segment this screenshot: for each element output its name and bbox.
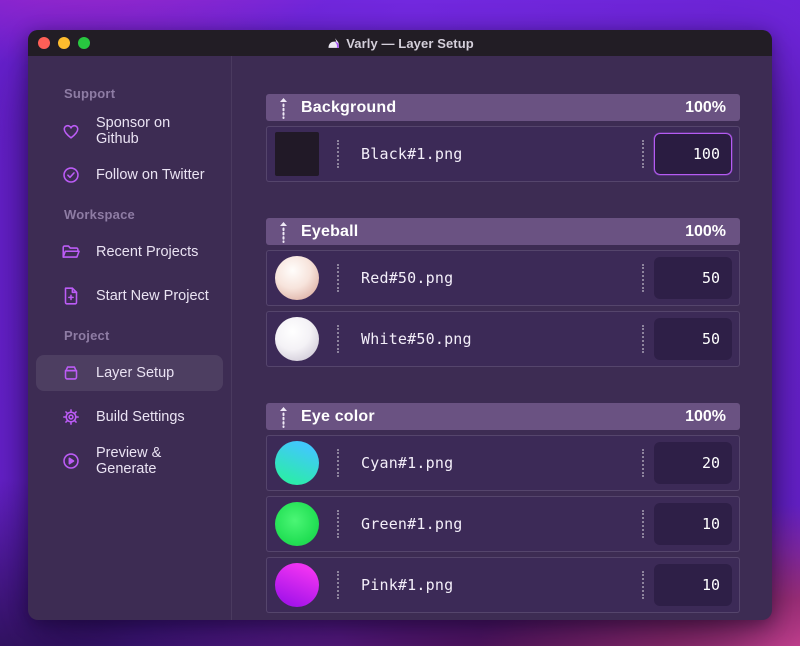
- layer-filename: Cyan#1.png: [361, 454, 454, 472]
- group-title: Background: [301, 98, 397, 116]
- sidebar-item-label: Layer Setup: [96, 365, 175, 381]
- sidebar: Support Sponsor on Github Follow on Twitte…: [28, 56, 232, 620]
- drag-handle-icon[interactable]: [279, 97, 288, 119]
- sidebar-section-workspace: Workspace: [64, 207, 135, 222]
- layer-group-eyeball: Eyeball 100% Red#50.png White#50.png: [266, 218, 740, 367]
- traffic-lights: [38, 37, 90, 49]
- layer-row-black-1-png: Black#1.png: [266, 126, 740, 182]
- dotted-separator: [642, 140, 644, 168]
- group-header-eyeball[interactable]: Eyeball 100%: [266, 218, 740, 245]
- group-weight: 100%: [685, 407, 726, 425]
- dotted-separator: [337, 264, 339, 292]
- layer-thumbnail: [275, 502, 319, 546]
- layer-row-white-50-png: White#50.png: [266, 311, 740, 367]
- sidebar-section-project: Project: [64, 328, 110, 343]
- window-title: Varly — Layer Setup: [28, 36, 772, 51]
- group-title: Eyeball: [301, 222, 359, 240]
- layer-row-pink-1-png: Pink#1.png: [266, 557, 740, 613]
- sidebar-item-label: Follow on Twitter: [96, 167, 205, 183]
- dotted-separator: [337, 510, 339, 538]
- layer-weight-input[interactable]: [654, 318, 732, 360]
- sidebar-item-start-new-project[interactable]: Start New Project: [36, 278, 223, 314]
- dotted-separator: [642, 264, 644, 292]
- dotted-separator: [337, 449, 339, 477]
- group-weight: 100%: [685, 98, 726, 116]
- layer-thumbnail: [275, 441, 319, 485]
- window-title-text: Varly — Layer Setup: [346, 35, 474, 51]
- sidebar-item-label: Preview & Generate: [96, 445, 162, 477]
- layer-filename: White#50.png: [361, 330, 472, 348]
- drag-handle-icon[interactable]: [279, 406, 288, 428]
- dotted-separator: [337, 140, 339, 168]
- layer-weight-input[interactable]: [654, 133, 732, 175]
- layer-group-background: Background 100% Black#1.png: [266, 94, 740, 182]
- group-weight: 100%: [685, 222, 726, 240]
- layer-filename: Black#1.png: [361, 145, 463, 163]
- layer-weight-input[interactable]: [654, 442, 732, 484]
- layer-thumbnail: [275, 563, 319, 607]
- layer-group-eye-color: Eye color 100% Cyan#1.png Green#1.png Pink#1…: [266, 403, 740, 613]
- sidebar-item-follow-on-twitter[interactable]: Follow on Twitter: [36, 157, 223, 193]
- layer-row-cyan-1-png: Cyan#1.png: [266, 435, 740, 491]
- desktop-background: Varly — Layer Setup Support Sponsor on Gi…: [0, 0, 800, 646]
- sidebar-item-preview-generate[interactable]: Preview & Generate: [36, 443, 223, 479]
- group-title: Eye color: [301, 407, 375, 425]
- layer-list: Background 100% Black#1.png Eyeball 100% Red#…: [232, 56, 772, 620]
- sidebar-section-support: Support: [64, 86, 116, 101]
- titlebar: Varly — Layer Setup: [28, 30, 772, 56]
- dotted-separator: [337, 325, 339, 353]
- badge-check-icon: [60, 164, 82, 186]
- drag-handle-icon[interactable]: [279, 221, 288, 243]
- layer-filename: Red#50.png: [361, 269, 454, 287]
- sidebar-item-build-settings[interactable]: Build Settings: [36, 399, 223, 435]
- sidebar-item-label: Build Settings: [96, 409, 185, 425]
- window-body: Support Sponsor on Github Follow on Twitte…: [28, 56, 772, 620]
- group-header-eye-color[interactable]: Eye color 100%: [266, 403, 740, 430]
- layer-thumbnail: [275, 256, 319, 300]
- unicorn-icon: [326, 36, 341, 51]
- dotted-separator: [337, 571, 339, 599]
- dotted-separator: [642, 325, 644, 353]
- sidebar-item-layer-setup[interactable]: Layer Setup: [36, 355, 223, 391]
- layer-weight-input[interactable]: [654, 257, 732, 299]
- layer-weight-input[interactable]: [654, 503, 732, 545]
- play-circle-icon: [60, 450, 82, 472]
- traffic-light-close[interactable]: [38, 37, 50, 49]
- sidebar-item-label: Sponsor on Github: [96, 115, 171, 147]
- sidebar-item-label: Recent Projects: [96, 244, 199, 260]
- sidebar-item-sponsor-on-github[interactable]: Sponsor on Github: [36, 113, 223, 149]
- sidebar-item-label: Start New Project: [96, 288, 209, 304]
- archive-icon: [60, 362, 82, 384]
- layer-row-red-50-png: Red#50.png: [266, 250, 740, 306]
- dotted-separator: [642, 449, 644, 477]
- layer-thumbnail: [275, 317, 319, 361]
- traffic-light-zoom[interactable]: [78, 37, 90, 49]
- gear-icon: [60, 406, 82, 428]
- traffic-light-minimize[interactable]: [58, 37, 70, 49]
- layer-filename: Pink#1.png: [361, 576, 454, 594]
- folder-icon: [60, 241, 82, 263]
- layer-row-green-1-png: Green#1.png: [266, 496, 740, 552]
- sidebar-item-recent-projects[interactable]: Recent Projects: [36, 234, 223, 270]
- app-window: Varly — Layer Setup Support Sponsor on Gi…: [28, 30, 772, 620]
- layer-weight-input[interactable]: [654, 564, 732, 606]
- dotted-separator: [642, 571, 644, 599]
- group-header-background[interactable]: Background 100%: [266, 94, 740, 121]
- dotted-separator: [642, 510, 644, 538]
- layer-filename: Green#1.png: [361, 515, 463, 533]
- file-plus-icon: [60, 285, 82, 307]
- heart-icon: [60, 120, 82, 142]
- layer-thumbnail: [275, 132, 319, 176]
